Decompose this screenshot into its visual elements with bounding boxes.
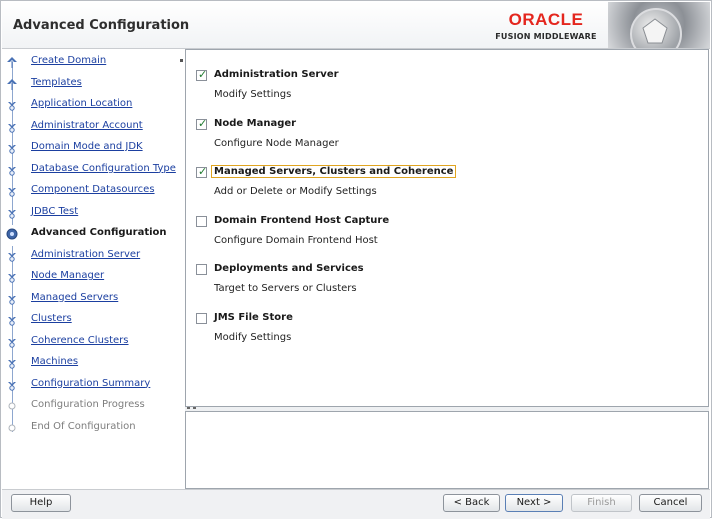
- step-icon: [6, 379, 18, 391]
- sidebar-step-label: Templates: [31, 76, 82, 88]
- sidebar-step-label: Application Location: [31, 98, 133, 109]
- option-description: Configure Node Manager: [214, 137, 339, 149]
- checkmark-icon: ✓: [198, 68, 208, 81]
- wizard-footer: Help < Back Next > Finish Cancel: [2, 489, 710, 519]
- sidebar-step-label: Component Datasources: [31, 184, 155, 195]
- sidebar-step[interactable]: Administrator Account: [2, 118, 182, 139]
- sidebar-step[interactable]: Administration Server: [2, 247, 182, 268]
- splitter-handle-icon[interactable]: [180, 59, 183, 62]
- option-name[interactable]: Administration Server: [212, 69, 341, 80]
- sidebar-step[interactable]: Managed Servers: [2, 290, 182, 311]
- sidebar-step[interactable]: Configuration Summary: [2, 376, 182, 397]
- option-name[interactable]: JMS File Store: [212, 312, 295, 323]
- sidebar-step-label: JDBC Test: [31, 205, 79, 217]
- brand-graphic: [608, 2, 710, 60]
- step-icon: [6, 207, 18, 219]
- cancel-button[interactable]: Cancel: [639, 494, 702, 512]
- sidebar-step-label: Managed Servers: [31, 291, 119, 303]
- page-title: Advanced Configuration: [13, 18, 190, 33]
- option-name[interactable]: Deployments and Services: [212, 263, 366, 274]
- message-panel: [185, 411, 709, 489]
- splitter-grip-icon: [187, 407, 190, 409]
- step-icon: [6, 336, 18, 348]
- step-icon: [6, 293, 18, 305]
- sidebar-step[interactable]: Clusters: [2, 311, 182, 332]
- sidebar-step-label: Coherence Clusters: [31, 334, 129, 346]
- sidebar-step-label: Domain Mode and JDK: [31, 141, 143, 152]
- next-button[interactable]: Next >: [505, 494, 563, 512]
- step-icon: [6, 185, 18, 197]
- sidebar-step-label: Clusters: [31, 313, 72, 324]
- finish-button[interactable]: Finish: [571, 494, 632, 512]
- completed-step-icon: [6, 78, 18, 90]
- sidebar-step[interactable]: Component Datasources: [2, 182, 182, 203]
- option-checkbox[interactable]: [196, 215, 207, 227]
- checkmark-icon: ✓: [198, 116, 208, 130]
- wizard-header: Advanced Configuration ORACLE FUSION MID…: [2, 2, 710, 48]
- option-name[interactable]: Node Manager: [212, 118, 298, 129]
- wizard-window: Advanced Configuration ORACLE FUSION MID…: [0, 0, 712, 519]
- sidebar-step[interactable]: Advanced Configuration: [2, 225, 182, 246]
- option-checkbox[interactable]: ✓: [196, 68, 208, 81]
- current-step-icon: [6, 228, 18, 240]
- step-icon: [6, 314, 18, 326]
- option-name[interactable]: Managed Servers, Clusters and Coherence: [211, 165, 457, 179]
- splitter-grip-icon: [193, 407, 196, 409]
- sidebar-step-label: Administrator Account: [31, 119, 143, 131]
- sidebar-step-label: Configuration Progress: [31, 399, 145, 410]
- step-icon: [6, 164, 18, 176]
- sidebar-step[interactable]: Application Location: [2, 96, 182, 117]
- option-description: Modify Settings: [214, 89, 292, 100]
- options-panel: ✓ Administration Server Modify Settings ✓ No…: [185, 49, 709, 407]
- sidebar-step-label: Configuration Summary: [31, 377, 151, 389]
- completed-step-icon: [6, 56, 18, 68]
- sidebar-step[interactable]: Domain Mode and JDK: [2, 139, 182, 160]
- sidebar-step[interactable]: Node Manager: [2, 268, 182, 289]
- option-description: Add or Delete or Modify Settings: [214, 186, 377, 198]
- help-button[interactable]: Help: [11, 494, 71, 512]
- sidebar-step[interactable]: Database Configuration Type: [2, 161, 182, 182]
- brand-name: ORACLE: [508, 10, 584, 29]
- option-checkbox[interactable]: [196, 264, 207, 276]
- sidebar-step-label: End Of Configuration: [31, 420, 136, 432]
- sidebar-step: Configuration Progress: [2, 397, 182, 418]
- sidebar-step-label: Administration Server: [31, 248, 141, 260]
- brand-subtitle: FUSION MIDDLEWARE: [495, 32, 597, 41]
- sidebar-step[interactable]: JDBC Test: [2, 204, 182, 225]
- sidebar-step-label: Node Manager: [31, 270, 105, 281]
- option-name[interactable]: Domain Frontend Host Capture: [212, 215, 391, 226]
- sidebar-step[interactable]: Machines: [2, 354, 182, 375]
- step-icon: [6, 400, 18, 412]
- sidebar-step-label: Create Domain: [31, 55, 107, 66]
- step-icon: [6, 250, 18, 262]
- oracle-logo: ORACLE FUSION MIDDLEWARE: [491, 10, 601, 42]
- sidebar-step[interactable]: Templates: [2, 75, 182, 96]
- step-icon: [6, 422, 18, 434]
- sidebar-step: End Of Configuration: [2, 419, 182, 440]
- sidebar-step-label: Machines: [31, 356, 79, 367]
- option-description: Configure Domain Frontend Host: [214, 234, 378, 246]
- step-icon: [6, 271, 18, 283]
- sidebar-step[interactable]: Create Domain: [2, 53, 182, 74]
- sidebar-step[interactable]: Coherence Clusters: [2, 333, 182, 354]
- back-button[interactable]: < Back: [443, 494, 500, 512]
- sidebar-step-label: Advanced Configuration: [31, 227, 167, 238]
- option-checkbox[interactable]: ✓: [196, 165, 208, 179]
- checkmark-icon: ✓: [198, 165, 208, 179]
- option-checkbox[interactable]: [196, 313, 207, 324]
- navigation-sidebar: Create Domain Templates Application Locati…: [2, 49, 182, 489]
- step-icon: [6, 142, 18, 154]
- step-icon: [6, 99, 18, 111]
- sidebar-step-label: Database Configuration Type: [31, 162, 176, 174]
- option-description: Target to Servers or Clusters: [214, 283, 357, 295]
- option-description: Modify Settings: [214, 332, 292, 343]
- step-icon: [6, 121, 18, 133]
- step-icon: [6, 357, 18, 369]
- option-checkbox[interactable]: ✓: [196, 116, 208, 130]
